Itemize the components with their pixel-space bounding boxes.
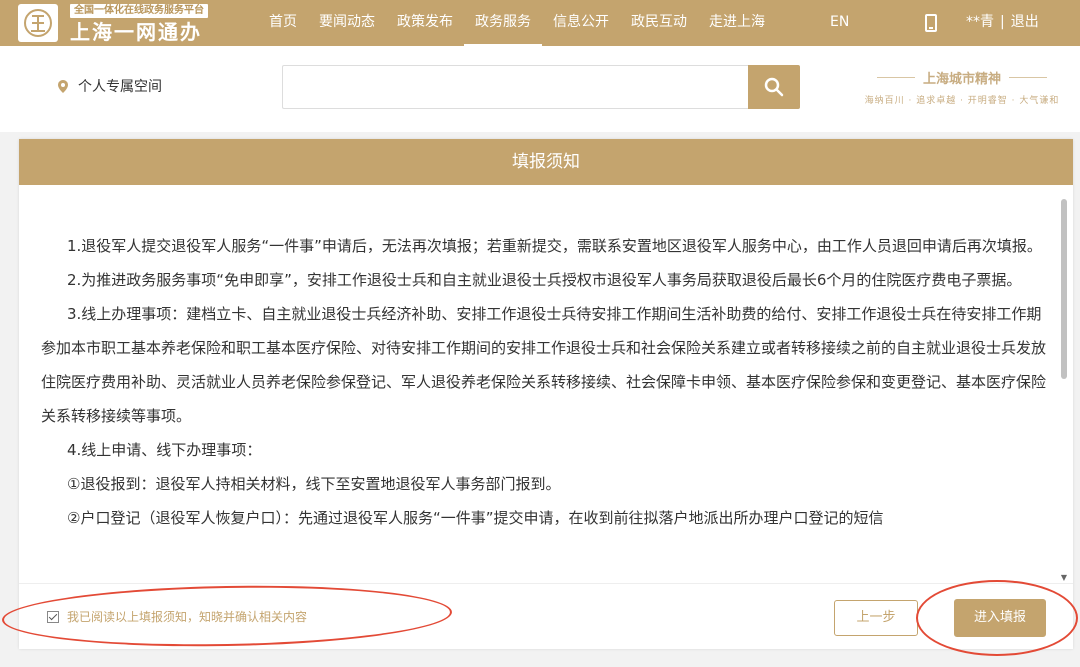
user-separator: | bbox=[1000, 14, 1005, 30]
nav-item-interaction[interactable]: 政民互动 bbox=[620, 0, 698, 46]
notice-paragraph: 3.线上办理事项：建档立卡、自主就业退役士兵经济补助、安排工作退役士兵待安排工作… bbox=[41, 305, 1047, 425]
city-spirit-banner: 上海城市精神 海纳百川 · 追求卓越 · 开明睿智 · 大气谦和 bbox=[852, 68, 1072, 106]
city-spirit-motto: 海纳百川 · 追求卓越 · 开明睿智 · 大气谦和 bbox=[864, 96, 1060, 106]
location-pin-icon bbox=[58, 79, 68, 93]
content-scrollbar[interactable]: ▼ bbox=[1061, 199, 1067, 583]
platform-tagline: 全国一体化在线政务服务平台 bbox=[70, 4, 208, 18]
shanghai-logo-icon[interactable] bbox=[18, 4, 58, 42]
search-icon bbox=[764, 77, 784, 97]
notice-paragraph: 4.线上申请、线下办理事项： bbox=[67, 441, 262, 459]
previous-step-button[interactable]: 上一步 bbox=[834, 600, 918, 636]
language-switch[interactable]: EN bbox=[830, 0, 849, 44]
nav-item-news[interactable]: 要闻动态 bbox=[308, 0, 386, 46]
notice-paragraph: ②户口登记（退役军人恢复户口）：先通过退役军人服务“一件事”提交申请，在收到前往… bbox=[67, 509, 884, 527]
nav-item-home[interactable]: 首页 bbox=[258, 0, 308, 46]
main-nav: 首页 要闻动态 政策发布 政务服务 信息公开 政民互动 走进上海 bbox=[258, 0, 776, 46]
username[interactable]: **青 bbox=[966, 14, 994, 30]
enter-form-button[interactable]: 进入填报 bbox=[954, 599, 1046, 637]
search-bar-area: 个人专属空间 上海城市精神 海纳百川 · 追求卓越 · 开明睿智 · 大气谦和 bbox=[0, 46, 1080, 132]
scrollbar-thumb[interactable] bbox=[1061, 199, 1067, 379]
personal-space-label: 个人专属空间 bbox=[78, 79, 162, 95]
city-spirit-title: 上海城市精神 bbox=[852, 68, 1072, 87]
user-area: **青 | 退出 bbox=[966, 0, 1039, 44]
notice-paragraph: ①退役报到：退役军人持相关材料，线下至安置地退役军人事务部门报到。 bbox=[67, 475, 561, 493]
scroll-down-arrow-icon[interactable]: ▼ bbox=[1059, 573, 1069, 583]
nav-item-policy[interactable]: 政策发布 bbox=[386, 0, 464, 46]
personal-space-link[interactable]: 个人专属空间 bbox=[58, 76, 162, 96]
notice-paragraph: 2.为推进政务服务事项“免申即享”，安排工作退役士兵和自主就业退役士兵授权市退役… bbox=[67, 271, 1022, 289]
mobile-phone-icon[interactable] bbox=[925, 14, 937, 32]
notice-text: 1.退役军人提交退役军人服务“一件事”申请后，无法再次填报；若重新提交，需联系安… bbox=[41, 229, 1051, 535]
notice-dialog: 填报须知 1.退役军人提交退役军人服务“一件事”申请后，无法再次填报；若重新提交… bbox=[19, 139, 1073, 649]
notice-content-area[interactable]: 1.退役军人提交退役军人服务“一件事”申请后，无法再次填报；若重新提交，需联系安… bbox=[19, 185, 1073, 583]
nav-item-services[interactable]: 政务服务 bbox=[464, 0, 542, 46]
agree-checkbox-row[interactable]: 我已阅读以上填报须知，知晓并确认相关内容 bbox=[47, 608, 307, 625]
nav-item-about[interactable]: 走进上海 bbox=[698, 0, 776, 46]
agree-checkbox[interactable] bbox=[47, 610, 59, 623]
notice-paragraph: 1.退役军人提交退役军人服务“一件事”申请后，无法再次填报；若重新提交，需联系安… bbox=[67, 237, 1042, 255]
search-button[interactable] bbox=[748, 65, 800, 109]
logout-link[interactable]: 退出 bbox=[1011, 14, 1039, 30]
nav-item-info[interactable]: 信息公开 bbox=[542, 0, 620, 46]
agree-label[interactable]: 我已阅读以上填报须知，知晓并确认相关内容 bbox=[67, 608, 307, 625]
dialog-title: 填报须知 bbox=[19, 139, 1073, 185]
top-bar: 全国一体化在线政务服务平台 上海一网通办 首页 要闻动态 政策发布 政务服务 信… bbox=[0, 0, 1080, 46]
dialog-footer: 我已阅读以上填报须知，知晓并确认相关内容 上一步 进入填报 bbox=[19, 583, 1073, 649]
site-brand[interactable]: 上海一网通办 bbox=[70, 20, 202, 44]
search-input[interactable] bbox=[282, 65, 748, 109]
